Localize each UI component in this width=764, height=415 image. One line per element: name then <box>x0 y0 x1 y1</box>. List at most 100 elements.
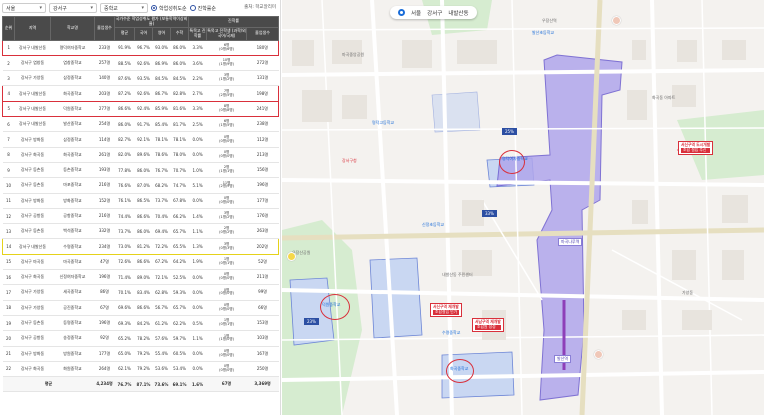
cell-rate: 0.5% <box>188 315 207 332</box>
table-row[interactable]: 16 강서구 화곡동 신정여자중학교 196명 71.4% 89.0% 72.1% 52.5%… <box>2 269 279 286</box>
cell-area: 강서구 내발산동 <box>14 116 51 133</box>
cell-english: 56.7% <box>152 300 171 316</box>
cell-students: 216명 <box>94 177 115 194</box>
table-row[interactable]: 8 강서구 화곡동 화곡중학교 261명 82.0% 89.6% 78.6% 78.0% 0.0… <box>2 147 279 163</box>
school-label-sumyeong[interactable]: 수명중학교 <box>442 330 460 336</box>
location-target-icon <box>398 9 405 16</box>
cell-adv-breakdown: (0명/0명) <box>219 199 234 204</box>
redevelopment-badge[interactable]: 서남구역 재개발 조합원 정정 <box>472 318 504 332</box>
station-label[interactable]: 마곡나루역 <box>558 238 583 246</box>
cell-adv-breakdown: (1명/2명) <box>219 77 234 82</box>
map-poi[interactable]: 가양동 <box>682 290 693 296</box>
chevron-down-icon: ▾ <box>39 5 42 11</box>
map-poi[interactable]: 발산초등학교 <box>532 30 554 36</box>
cell-english: 69.4% <box>152 223 171 240</box>
cell-students: 257명 <box>94 55 115 72</box>
map-poi[interactable]: 명덕고등학교 <box>372 120 394 126</box>
cell-rate: 0.0% <box>188 300 207 316</box>
table-row[interactable]: 12 강서구 공항동 공항중학교 216명 74.4% 86.6% 70.4% 66.2% 1.… <box>2 208 279 225</box>
cell-rank: 4 <box>2 85 15 102</box>
redevelopment-badge[interactable]: 서신구역 도시개발 조합 설립 추진 <box>678 141 714 155</box>
cell-korean: 89.6% <box>134 147 153 163</box>
school-label-myeongdeok[interactable]: 명덕여자중학교 <box>502 156 528 162</box>
cell-students: 332명 <box>94 223 115 240</box>
cell-rate: 0.0% <box>188 131 207 148</box>
cell-adv: 0명 (0명/0명) <box>206 284 247 301</box>
avg-total: 3,369명 <box>246 376 279 393</box>
cell-school: 마곡중학교 <box>50 254 95 271</box>
cell-school: 신정여자중학교 <box>50 269 95 286</box>
table-row[interactable]: 17 강서구 가양동 세곡중학교 86명 70.1% 83.4% 62.8% 59.3% 0.0… <box>2 284 279 301</box>
cell-korean: 96.7% <box>134 39 153 56</box>
avg-label: 평균 <box>2 376 95 393</box>
location-breadcrumb[interactable]: 서울 강서구 내발산동 <box>390 6 477 19</box>
map-poi[interactable]: 우장산역 <box>542 18 557 24</box>
cell-school: 방원중학교 <box>50 346 95 362</box>
table-row[interactable]: 9 강서구 등촌동 등촌중학교 193명 77.8% 86.0% 76.7% 70.7% 1.0… <box>2 162 279 179</box>
school-label-hwagok[interactable]: 화곡중학교 <box>450 366 468 372</box>
cell-english: 72.2% <box>152 238 171 255</box>
cell-math: 59.3% <box>170 284 189 301</box>
map-poi[interactable]: 마곡중앙공원 <box>342 52 364 58</box>
cell-avg: 82.0% <box>114 147 135 163</box>
map-poi[interactable]: 화곡동 아파트 <box>652 95 675 101</box>
table-row[interactable]: 20 강서구 공항동 송정중학교 92명 65.2% 78.2% 57.6% 59.7% 1.1… <box>2 330 279 347</box>
cell-rank: 7 <box>2 131 15 148</box>
cell-school: 등촌중학교 <box>50 162 95 179</box>
table-row[interactable]: 2 강서구 염창동 염창중학교 257명 88.5% 92.6% 86.9% 86.0% 3.6… <box>2 55 279 72</box>
table-row[interactable]: 3 강서구 가양동 삼정중학교 140명 87.6% 93.5% 84.5% 84.5% 2.2… <box>2 70 279 87</box>
cell-total: 241명 <box>246 100 280 118</box>
school-type-select[interactable]: 중학교 ▾ <box>100 3 148 13</box>
map-poi[interactable]: 강서구청 <box>342 158 357 164</box>
station-label[interactable]: 발산역 <box>554 355 572 363</box>
cell-korean: 89.0% <box>134 269 153 286</box>
table-row[interactable]: 10 강서구 등촌동 마포중학교 216명 76.6% 87.0% 68.2% 74.7% 5.… <box>2 177 279 194</box>
cell-total: 99명 <box>246 284 279 301</box>
badge-status: 조합원 정정 <box>475 324 501 330</box>
region-select[interactable]: 서울 ▾ <box>2 3 46 13</box>
crumb-dong[interactable]: 내발산동 <box>448 9 468 17</box>
cell-korean: 93.5% <box>134 70 153 87</box>
table-row[interactable]: 5 강서구 내발산동 덕원중학교 277명 86.6% 92.4% 85.9% 81.6% 3.… <box>2 100 280 118</box>
table-row[interactable]: 14 강서구 내발산동 수명중학교 234명 73.0% 81.2% 72.2% 65.5% 1… <box>2 238 280 255</box>
table-row[interactable]: 18 강서구 가양동 공진중학교 67명 69.6% 86.6% 56.7% 65.7% 0.0… <box>2 300 279 316</box>
redevelopment-badge[interactable]: 서신구역 재개발 조합설립 인가 <box>430 303 463 317</box>
table-row[interactable]: 1 강서구 내발산동 명덕여자중학교 233명 91.9% 96.7% 93.0% 86.0%… <box>2 39 280 56</box>
cell-avg: 82.7% <box>114 131 135 148</box>
map-poi[interactable]: 신정초등학교 <box>422 222 444 228</box>
school-label-deokwon[interactable]: 덕원중학교 <box>322 302 340 308</box>
crumb-city[interactable]: 서울 <box>411 9 421 17</box>
cell-adv: 6명 (1명/5명) <box>206 116 247 133</box>
table-row[interactable]: 19 강서구 등촌동 등명중학교 196명 69.3% 84.2% 61.2% 62.2% 0.… <box>2 315 279 332</box>
avatar[interactable] <box>612 16 621 25</box>
table-row[interactable]: 6 강서구 내발산동 발산중학교 254명 86.0% 91.7% 85.4% 81.7% 2.… <box>2 116 279 133</box>
cell-rank: 22 <box>2 361 15 378</box>
chevron-down-icon: ▾ <box>141 5 144 11</box>
table-row[interactable]: 13 강서구 등촌동 백석중학교 332명 73.7% 86.0% 69.4% 65.7% 1.… <box>2 223 279 240</box>
cell-total: 153명 <box>246 315 279 332</box>
table-average-row: 평균 4,234명 76.7% 87.1% 73.6% 69.1% 1.6% 67명 3,369… <box>2 376 279 393</box>
table-row[interactable]: 22 강서구 화곡동 화원중학교 264명 62.1% 79.2% 53.6% 53.4% 0.… <box>2 361 279 378</box>
crumb-district[interactable]: 강서구 <box>427 9 442 17</box>
table-row[interactable]: 21 강서구 방화동 방원중학교 177명 65.0% 79.2% 55.4% 60.5% 0.… <box>2 346 279 362</box>
table-row[interactable]: 4 강서구 내발산동 화곡중학교 203명 87.2% 92.6% 86.7% 82.8% 2.… <box>2 85 280 102</box>
district-select[interactable]: 강서구 ▾ <box>49 3 97 13</box>
avg-adv: 67명 <box>206 376 247 393</box>
table-row[interactable]: 11 강서구 방화동 방화중학교 152명 76.1% 86.5% 73.7% 67.8% 0.… <box>2 193 279 209</box>
location-marker-icon[interactable] <box>287 252 296 261</box>
cell-avg: 65.2% <box>114 330 135 347</box>
map-view[interactable]: 서울 강서구 내발산동 명덕여자중학교 덕원중학교 화곡중학교 수명중학교 25… <box>282 0 764 415</box>
cell-avg: 70.1% <box>114 284 135 301</box>
cell-rank: 16 <box>2 269 15 286</box>
sort-admission-radio[interactable]: 진학률순 <box>189 5 216 12</box>
table-row[interactable]: 7 강서구 방화동 삼정중학교 114명 82.7% 92.1% 78.1% 78.1% 0.0… <box>2 131 279 148</box>
avatar[interactable] <box>594 350 603 359</box>
cell-avg: 71.4% <box>114 269 135 286</box>
cell-adv: 0명 (0명/0명) <box>206 131 247 148</box>
cell-rank: 21 <box>2 346 15 362</box>
sort-achievement-radio[interactable]: 학업성취도순 <box>151 5 187 12</box>
map-poi[interactable]: 내발산동 주민센터 <box>442 272 473 278</box>
cell-rate: 0.0% <box>188 193 207 209</box>
cell-rate: 1.1% <box>188 330 207 347</box>
table-row[interactable]: 15 강서구 마곡동 마곡중학교 47명 72.6% 86.6% 67.2% 64.2% 1.9… <box>2 254 279 271</box>
